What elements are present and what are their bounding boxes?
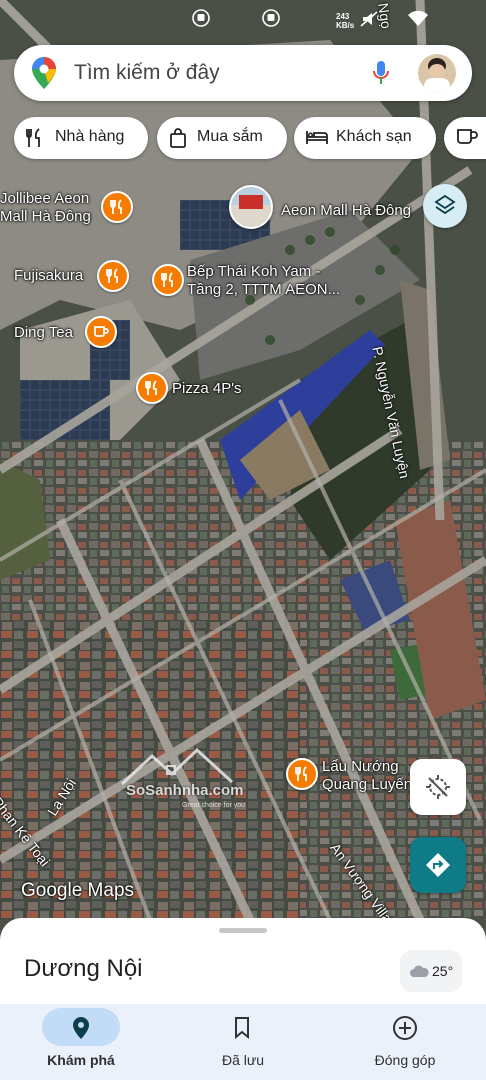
- poi-label[interactable]: Aeon Mall Hà Đông: [281, 202, 411, 220]
- sheet-drag-handle[interactable]: [219, 928, 267, 933]
- chip-restaurants[interactable]: Nhà hàng: [14, 117, 148, 159]
- nav-contribute[interactable]: Đóng góp: [324, 1004, 486, 1080]
- restaurant-icon[interactable]: [286, 758, 318, 790]
- watermark-logo: SoSanhnha.com Great choice for you: [112, 746, 262, 818]
- cloud-icon: [410, 965, 429, 977]
- network-speed: 243 KB/s: [336, 12, 355, 30]
- poi-label[interactable]: Ding Tea: [14, 324, 73, 342]
- restaurant-icon[interactable]: [152, 264, 184, 296]
- nav-explore[interactable]: Khám phá: [0, 1004, 162, 1080]
- search-input[interactable]: Tìm kiếm ở đây: [74, 61, 220, 85]
- status-bar: 243 KB/s: [0, 0, 486, 38]
- temperature: 25°: [432, 963, 454, 979]
- nav-label: Đóng góp: [374, 1052, 436, 1068]
- poi-label[interactable]: Fujisakura: [14, 267, 83, 285]
- bus-notification-icon: [192, 9, 210, 27]
- mall-photo-icon[interactable]: [229, 185, 273, 229]
- google-maps-pin-icon: [32, 57, 56, 89]
- chip-label: Khách sạn: [336, 128, 412, 145]
- bus-notification-icon: [262, 9, 280, 27]
- shopping-bag-icon: [170, 128, 186, 148]
- layers-button[interactable]: [423, 184, 467, 228]
- directions-icon: [426, 853, 450, 877]
- avatar[interactable]: [418, 54, 456, 92]
- chip-shopping[interactable]: Mua sắm: [157, 117, 287, 159]
- fork-knife-icon: [26, 128, 40, 147]
- coffee-cup-icon: [457, 129, 478, 144]
- mute-icon: [360, 11, 378, 27]
- chip-coffee[interactable]: [444, 117, 486, 159]
- chip-label: Mua sắm: [197, 128, 263, 145]
- poi-label[interactable]: Bếp Thái Koh Yam - Tầng 2, TTTM AEON...: [187, 263, 357, 299]
- explore-pin-icon: [73, 1017, 89, 1039]
- microphone-icon[interactable]: [372, 60, 390, 86]
- place-name: Dương Nội: [24, 955, 143, 982]
- poi-label[interactable]: Lẩu Nướng Quang Luyến: [322, 758, 414, 794]
- add-circle-icon: [393, 1016, 417, 1040]
- bookmark-icon: [235, 1017, 249, 1040]
- watermark-text: SoSanhnha.com: [126, 782, 244, 799]
- nav-saved[interactable]: Đã lưu: [162, 1004, 324, 1080]
- location-button[interactable]: [410, 759, 466, 815]
- directions-button[interactable]: [410, 837, 466, 893]
- weather-chip[interactable]: 25°: [400, 950, 462, 992]
- bottom-nav: Khám phá Đã lưu Đóng góp: [0, 1004, 486, 1080]
- restaurant-icon[interactable]: [101, 191, 133, 223]
- restaurant-icon[interactable]: [97, 260, 129, 292]
- location-off-icon: [426, 775, 450, 799]
- chip-hotels[interactable]: Khách sạn: [294, 117, 436, 159]
- search-bar[interactable]: Tìm kiếm ở đây: [14, 45, 472, 101]
- street-label: Ngọ: [375, 2, 395, 30]
- poi-label[interactable]: Jollibee Aeon Mall Hà Đông: [0, 190, 96, 226]
- google-maps-attribution: Google Maps: [21, 880, 135, 901]
- coffee-icon[interactable]: [85, 316, 117, 348]
- chip-label: Nhà hàng: [55, 128, 125, 145]
- layers-icon: [434, 194, 456, 215]
- bed-icon: [306, 131, 328, 144]
- nav-label: Đã lưu: [221, 1052, 265, 1068]
- restaurant-icon[interactable]: [136, 372, 168, 404]
- nav-label: Khám phá: [47, 1052, 115, 1068]
- poi-label[interactable]: Pizza 4P's: [172, 380, 242, 398]
- watermark-tagline: Great choice for you: [182, 802, 246, 809]
- wifi-icon: [408, 11, 428, 26]
